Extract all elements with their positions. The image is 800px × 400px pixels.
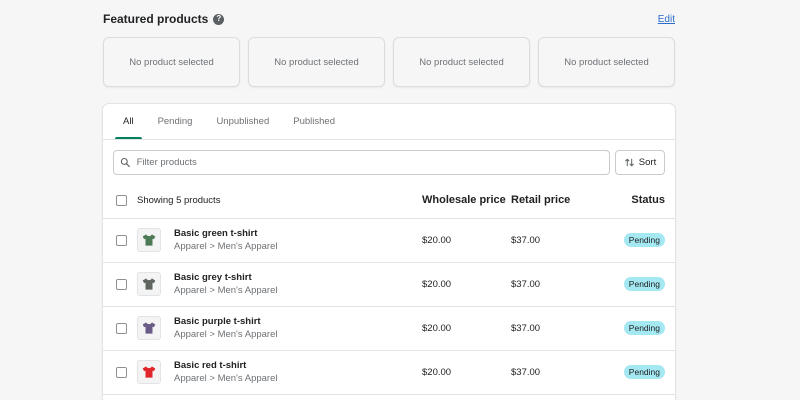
product-cell: Basic purple t-shirt Apparel > Men's App… bbox=[137, 316, 422, 340]
row-checkbox[interactable] bbox=[116, 278, 127, 290]
tab-all[interactable]: All bbox=[111, 104, 146, 139]
retail-price: $37.00 bbox=[511, 234, 541, 246]
product-thumbnail[interactable] bbox=[137, 360, 161, 384]
status-badge: Pending bbox=[623, 321, 665, 335]
status-badge: Pending bbox=[623, 277, 665, 291]
table-row[interactable]: Basic grey t-shirt Apparel > Men's Appar… bbox=[103, 262, 675, 306]
product-name[interactable]: Basic grey t-shirt bbox=[174, 272, 277, 283]
product-category: Apparel > Men's Apparel bbox=[174, 373, 278, 384]
status-badge: Pending bbox=[623, 233, 665, 247]
sort-arrows-icon bbox=[624, 158, 634, 167]
product-cell: Basic green t-shirt Apparel > Men's Appa… bbox=[137, 228, 422, 252]
featured-slot[interactable]: No product selected bbox=[538, 37, 675, 87]
product-thumbnail[interactable] bbox=[137, 316, 161, 340]
product-cell: Basic red t-shirt Apparel > Men's Appare… bbox=[137, 360, 422, 384]
sort-button[interactable]: Sort bbox=[615, 150, 665, 175]
tab-pending[interactable]: Pending bbox=[146, 104, 205, 139]
retail-price-header[interactable]: Retail price bbox=[511, 183, 611, 218]
row-checkbox[interactable] bbox=[116, 234, 127, 246]
products-card: All Pending Unpublished Published Sort S… bbox=[103, 104, 675, 400]
tshirt-icon bbox=[142, 366, 156, 378]
search-box[interactable] bbox=[113, 150, 610, 175]
wholesale-price: $20.00 bbox=[422, 234, 452, 246]
table-header-row: Showing 5 products Wholesale price Retai… bbox=[103, 183, 675, 218]
product-thumbnail[interactable] bbox=[137, 228, 161, 252]
featured-slot[interactable]: No product selected bbox=[103, 37, 240, 87]
product-name[interactable]: Basic green t-shirt bbox=[174, 228, 277, 239]
tshirt-icon bbox=[142, 322, 156, 334]
edit-link[interactable]: Edit bbox=[658, 14, 675, 25]
table-row[interactable]: Basic green t-shirt Apparel > Men's Appa… bbox=[103, 218, 675, 262]
help-icon[interactable]: ? bbox=[213, 13, 225, 25]
filter-products-input[interactable] bbox=[136, 157, 609, 168]
featured-slots: No product selected No product selected … bbox=[103, 37, 675, 87]
product-name[interactable]: Basic purple t-shirt bbox=[174, 316, 277, 327]
product-thumbnail[interactable] bbox=[137, 272, 161, 296]
products-table: Showing 5 products Wholesale price Retai… bbox=[103, 183, 675, 395]
retail-price: $37.00 bbox=[511, 322, 541, 334]
select-all-checkbox[interactable] bbox=[116, 194, 127, 206]
product-category: Apparel > Men's Apparel bbox=[174, 285, 278, 296]
featured-products-title: Featured products bbox=[103, 12, 209, 26]
filter-row: Sort bbox=[103, 140, 675, 175]
table-row[interactable]: Basic red t-shirt Apparel > Men's Appare… bbox=[103, 350, 675, 394]
retail-price: $37.00 bbox=[511, 366, 541, 378]
tab-unpublished[interactable]: Unpublished bbox=[204, 104, 281, 139]
search-icon bbox=[120, 157, 130, 168]
sort-label: Sort bbox=[638, 157, 657, 168]
wholesale-price: $20.00 bbox=[422, 366, 452, 378]
tab-bar: All Pending Unpublished Published bbox=[103, 104, 675, 140]
featured-slot[interactable]: No product selected bbox=[393, 37, 530, 87]
featured-slot[interactable]: No product selected bbox=[248, 37, 385, 87]
tshirt-icon bbox=[142, 234, 156, 246]
status-header[interactable]: Status bbox=[611, 183, 675, 218]
product-category: Apparel > Men's Apparel bbox=[174, 329, 278, 340]
table-row[interactable]: Basic purple t-shirt Apparel > Men's App… bbox=[103, 306, 675, 350]
product-category: Apparel > Men's Apparel bbox=[174, 241, 278, 252]
tab-published[interactable]: Published bbox=[281, 104, 347, 139]
showing-count: Showing 5 products bbox=[137, 194, 221, 206]
tshirt-icon bbox=[142, 278, 156, 290]
wholesale-price-header[interactable]: Wholesale price bbox=[422, 183, 511, 218]
status-badge: Pending bbox=[623, 365, 665, 379]
featured-title-group: Featured products ? bbox=[103, 12, 225, 26]
wholesale-price: $20.00 bbox=[422, 322, 452, 334]
row-checkbox[interactable] bbox=[116, 322, 127, 334]
product-name[interactable]: Basic red t-shirt bbox=[174, 360, 277, 371]
featured-products-header: Featured products ? Edit bbox=[103, 10, 675, 28]
retail-price: $37.00 bbox=[511, 278, 541, 290]
product-cell: Basic grey t-shirt Apparel > Men's Appar… bbox=[137, 272, 422, 296]
row-checkbox[interactable] bbox=[116, 366, 127, 378]
wholesale-price: $20.00 bbox=[422, 278, 452, 290]
